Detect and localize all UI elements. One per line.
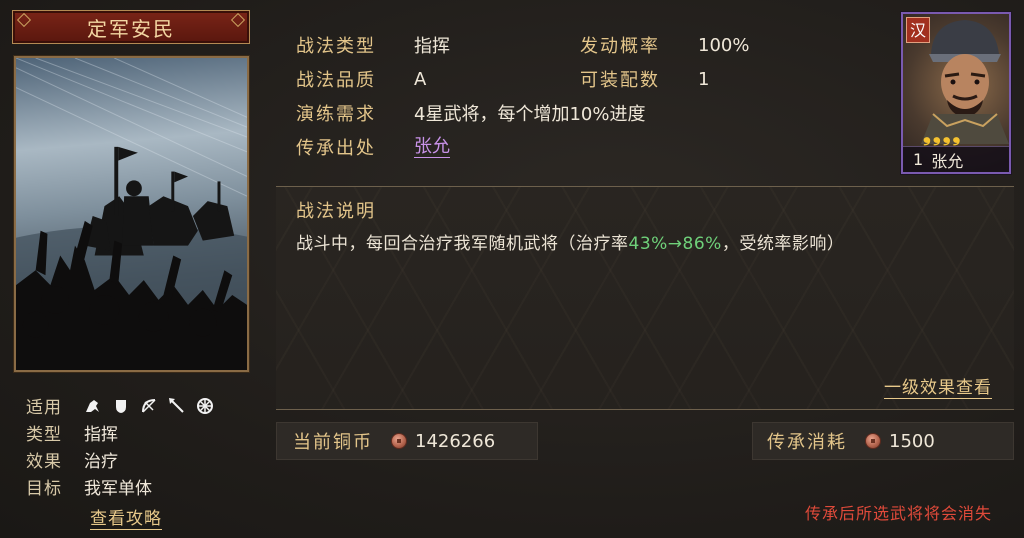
requirement-label: 演练需求 — [296, 104, 376, 125]
star-icon: ❟ — [932, 122, 941, 146]
requirement-value: 4星武将，每个增加10%进度 — [414, 104, 646, 125]
description-title: 战法说明 — [296, 201, 376, 222]
trigger-rate-value: 100% — [698, 34, 750, 56]
general-stars: ❟ ❟ ❟ ❟ — [923, 124, 960, 144]
siege-wheel-icon — [196, 397, 214, 415]
view-guide-link[interactable]: 查看攻略 — [90, 509, 162, 530]
general-name-bar: 1 张允 — [903, 146, 1009, 172]
copper-coin-icon — [391, 433, 407, 449]
info-row-1: 战法类型 指挥 发动概率 100% — [296, 28, 864, 62]
inherit-cost-box: 传承消耗 1500 — [752, 422, 1014, 460]
type-label: 类型 — [26, 425, 62, 445]
skill-name-banner: 定军安民 — [12, 10, 250, 44]
effect-value: 治疗 — [84, 452, 118, 472]
inherit-cost-value: 1500 — [889, 430, 935, 452]
general-level: 1 — [913, 150, 924, 169]
inherit-cost-label: 传承消耗 — [767, 432, 847, 453]
skill-description-panel: 战法说明 战斗中，每回合治疗我军随机武将（治疗率43%→86%，受统率影响） 一… — [276, 186, 1014, 410]
star-icon: ❟ — [942, 122, 951, 146]
skill-name: 定军安民 — [87, 16, 175, 41]
faction-badge: 汉 — [906, 17, 930, 43]
target-label: 目标 — [26, 479, 62, 499]
spear-icon — [168, 397, 186, 415]
description-text-before: 战斗中，每回合治疗我军随机武将（治疗率 — [296, 234, 629, 254]
target-value: 我军单体 — [84, 479, 152, 499]
info-row-4: 传承出处 张允 — [296, 130, 864, 164]
copper-coin-icon — [865, 433, 881, 449]
info-row-2: 战法品质 A 可装配数 1 — [296, 62, 864, 96]
current-copper-label: 当前铜币 — [293, 432, 373, 453]
equip-slots-value: 1 — [698, 68, 710, 90]
skill-detail-screen: 定军安民 适用 类型 指挥 效果 治疗 目标 我军单体 查看攻略 战法类型 指挥… — [0, 0, 1024, 538]
heal-rate-highlight: 43%→86% — [628, 234, 722, 254]
current-copper-box: 当前铜币 1426266 — [276, 422, 538, 460]
star-icon: ❟ — [952, 122, 961, 146]
trigger-rate-label: 发动概率 — [580, 36, 660, 57]
source-general-link[interactable]: 张允 — [414, 136, 450, 158]
star-icon: ❟ — [923, 122, 931, 146]
general-portrait-card[interactable]: 汉 ❟ ❟ ❟ ❟ 1 张允 — [901, 12, 1011, 174]
current-copper-value: 1426266 — [415, 430, 496, 452]
effect-label: 效果 — [26, 452, 62, 472]
shield-icon — [112, 397, 130, 415]
archer-icon — [140, 397, 158, 415]
effect-row: 效果 治疗 — [26, 446, 256, 473]
source-label: 传承出处 — [296, 138, 376, 159]
skill-info-grid: 战法类型 指挥 发动概率 100% 战法品质 A 可装配数 1 演练需求 4星武… — [296, 28, 864, 164]
battle-scene-image — [16, 58, 247, 370]
skill-type-label: 战法类型 — [296, 36, 376, 57]
cavalry-icon — [84, 397, 102, 415]
inherit-warning-text: 传承后所选武将将会消失 — [804, 504, 992, 523]
applicable-label: 适用 — [26, 398, 62, 418]
type-value: 指挥 — [84, 425, 118, 445]
type-row: 类型 指挥 — [26, 419, 256, 446]
skill-quality-label: 战法品质 — [296, 70, 376, 91]
info-row-3: 演练需求 4星武将，每个增加10%进度 — [296, 96, 864, 130]
general-name: 张允 — [931, 151, 964, 171]
description-text: 战斗中，每回合治疗我军随机武将（治疗率43%→86%，受统率影响） — [296, 229, 844, 254]
level-one-effect-link[interactable]: 一级效果查看 — [884, 378, 992, 399]
target-row: 目标 我军单体 — [26, 473, 256, 500]
skill-quality-value: A — [414, 68, 427, 90]
skill-meta: 适用 类型 指挥 效果 治疗 目标 我军单体 — [26, 392, 256, 500]
description-text-after: ，受统率影响） — [721, 234, 845, 254]
skill-type-value: 指挥 — [414, 36, 450, 57]
applicable-row: 适用 — [26, 392, 256, 419]
equip-slots-label: 可装配数 — [580, 70, 660, 91]
unit-type-icons — [84, 397, 214, 415]
skill-artwork — [14, 56, 249, 372]
